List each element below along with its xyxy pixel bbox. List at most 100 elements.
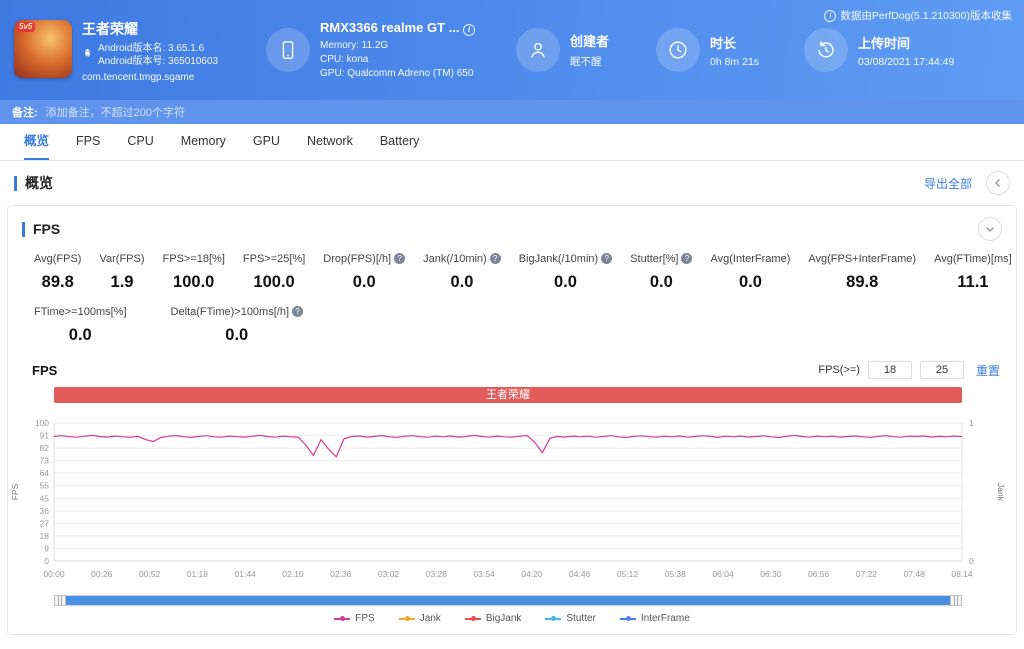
legend-BigJank[interactable]: BigJank (464, 613, 521, 624)
info-icon[interactable] (681, 253, 693, 264)
stat-value: 0.0 (352, 273, 376, 291)
svg-text:07:22: 07:22 (856, 569, 878, 579)
legend-InterFrame[interactable]: InterFrame (619, 613, 690, 624)
legend-label: InterFrame (640, 613, 690, 624)
svg-text:03:28: 03:28 (426, 569, 448, 579)
legend-label: Jank (419, 613, 441, 624)
collapse-left-button[interactable] (986, 171, 1010, 195)
device-info-icon[interactable] (463, 23, 476, 36)
fps-threshold-input-1[interactable] (867, 361, 912, 379)
info-icon[interactable] (489, 253, 501, 264)
note-placeholder: 添加备注，不超过200个字符 (45, 107, 186, 119)
stat: FPS>=18[%] 100.0 (163, 253, 225, 292)
svg-text:82: 82 (40, 443, 50, 453)
tab-Network[interactable]: Network (307, 124, 353, 160)
fps-threshold-label: FPS(>=) (818, 364, 860, 376)
svg-text:0: 0 (969, 556, 974, 566)
stat-label: Jank(/10min) (423, 253, 501, 265)
svg-text:06:30: 06:30 (760, 569, 782, 579)
stat-label: Avg(FTime)[ms] (934, 253, 1012, 265)
svg-text:45: 45 (40, 493, 50, 503)
stat-value: 89.8 (41, 273, 74, 291)
export-all-link[interactable]: 导出全部 (924, 175, 972, 192)
svg-text:64: 64 (40, 468, 50, 478)
legend-label: Stutter (566, 613, 596, 624)
note-label: 备注: (12, 107, 38, 119)
legend-Jank[interactable]: Jank (398, 613, 441, 624)
stat: Avg(InterFrame) 0.0 (710, 253, 790, 292)
stat-label: Delta(FTime)>100ms[/h] (171, 306, 304, 318)
tab-Battery[interactable]: Battery (380, 124, 420, 160)
stat: FPS>=25[%] 100.0 (243, 253, 305, 292)
tab-bar: 概览 FPS CPU Memory GPU Network Battery (0, 124, 1024, 161)
app-package: com.tencent.tmgp.sgame (82, 71, 195, 83)
tab-GPU[interactable]: GPU (253, 124, 280, 160)
overview-section-header: 概览 导出全部 (0, 161, 1024, 205)
upload-block: 上传时间 03/08/2021 17:44:49 (804, 28, 954, 72)
creator-label: 创建者 (570, 34, 610, 49)
svg-text:01:18: 01:18 (187, 569, 209, 579)
svg-text:27: 27 (40, 518, 50, 528)
tab-Memory[interactable]: Memory (181, 124, 226, 160)
info-icon[interactable] (601, 253, 613, 264)
creator-value: 眠不醒 (570, 56, 602, 68)
svg-text:03:02: 03:02 (378, 569, 400, 579)
legend-Stutter[interactable]: Stutter (545, 613, 596, 624)
stat-value: 89.8 (846, 273, 879, 291)
upload-time-icon (804, 28, 848, 72)
stat-value: 100.0 (253, 273, 295, 291)
stat-label: FPS>=25[%] (242, 253, 306, 265)
fps-threshold-input-2[interactable] (919, 361, 964, 379)
svg-text:36: 36 (40, 506, 50, 516)
tab-概览[interactable]: 概览 (24, 124, 50, 160)
stat: Stutter[%] 0.0 (630, 253, 693, 292)
svg-text:00:00: 00:00 (43, 569, 65, 579)
stat-label: Avg(InterFrame) (710, 253, 791, 265)
stat-value: 0.0 (553, 273, 577, 291)
scene-banner: 王者荣耀 (54, 387, 962, 403)
reset-link[interactable]: 重置 (976, 362, 1000, 379)
stat: Avg(FTime)[ms] 11.1 (934, 253, 1012, 292)
svg-text:1: 1 (969, 418, 974, 428)
overview-title: 概览 (25, 175, 53, 191)
svg-text:01:44: 01:44 (235, 569, 257, 579)
stat-value: 0.0 (225, 326, 249, 344)
stat: Delta(FTime)>100ms[/h] 0.0 (171, 306, 304, 345)
device-block: RMX3366 realme GT ... Memory: 11.2G CPU:… (266, 20, 516, 81)
stat-value: 0.0 (450, 273, 474, 291)
svg-text:00:26: 00:26 (91, 569, 113, 579)
tab-CPU[interactable]: CPU (127, 124, 153, 160)
device-gpu: GPU: Qualcomm Adreno (TM) 650 (320, 67, 474, 79)
chart-scrollbar[interactable] (54, 595, 962, 606)
info-icon[interactable] (394, 253, 406, 264)
fps-line (53, 434, 963, 458)
note-bar[interactable]: 备注: 添加备注，不超过200个字符 (0, 100, 1024, 124)
stat-label: Stutter[%] (630, 253, 693, 265)
collapse-down-button[interactable] (978, 217, 1002, 241)
legend-FPS[interactable]: FPS (334, 613, 375, 624)
chart-legend: FPS Jank BigJank Stutter InterFrame (8, 606, 1016, 628)
app-meta: 王者荣耀 Android版本名: 3.65.1.6 Android版本号: 36… (82, 20, 218, 83)
collect-note-text: 数据由PerfDog(5.1.210300)版本收集 (840, 10, 1012, 22)
legend-marker (334, 616, 351, 621)
stat-label: Drop(FPS)[/h] (323, 253, 406, 265)
svg-text:91: 91 (40, 431, 50, 441)
stat-value: 100.0 (173, 273, 215, 291)
stat: Avg(FPS+InterFrame) 89.8 (808, 253, 916, 292)
stat-label: BigJank(/10min) (519, 253, 613, 265)
duration-block: 时长 0h 8m 21s (656, 28, 804, 72)
info-icon[interactable] (292, 306, 304, 317)
app-block: 5v5 王者荣耀 Android版本名: 3.65.1.6 Android版本号… (14, 16, 266, 83)
svg-text:05:12: 05:12 (617, 569, 639, 579)
scrollbar-right-handle[interactable] (950, 595, 962, 606)
tab-FPS[interactable]: FPS (76, 124, 100, 160)
stat-value: 11.1 (957, 273, 989, 291)
scrollbar-left-handle[interactable] (54, 595, 66, 606)
stat-label: Avg(FPS+InterFrame) (808, 253, 917, 265)
svg-text:04:46: 04:46 (569, 569, 591, 579)
upload-label: 上传时间 (858, 35, 911, 51)
perfdog-report-page: 5v5 王者荣耀 Android版本名: 3.65.1.6 Android版本号… (0, 0, 1024, 649)
stat-value: 0.0 (649, 273, 673, 291)
fps-line-chart[interactable]: 100 91 82 73 64 55 45 36 27 18 9 0 1 0 00:00 00:26 00:52… (8, 405, 1016, 595)
accent-bar (22, 221, 25, 237)
